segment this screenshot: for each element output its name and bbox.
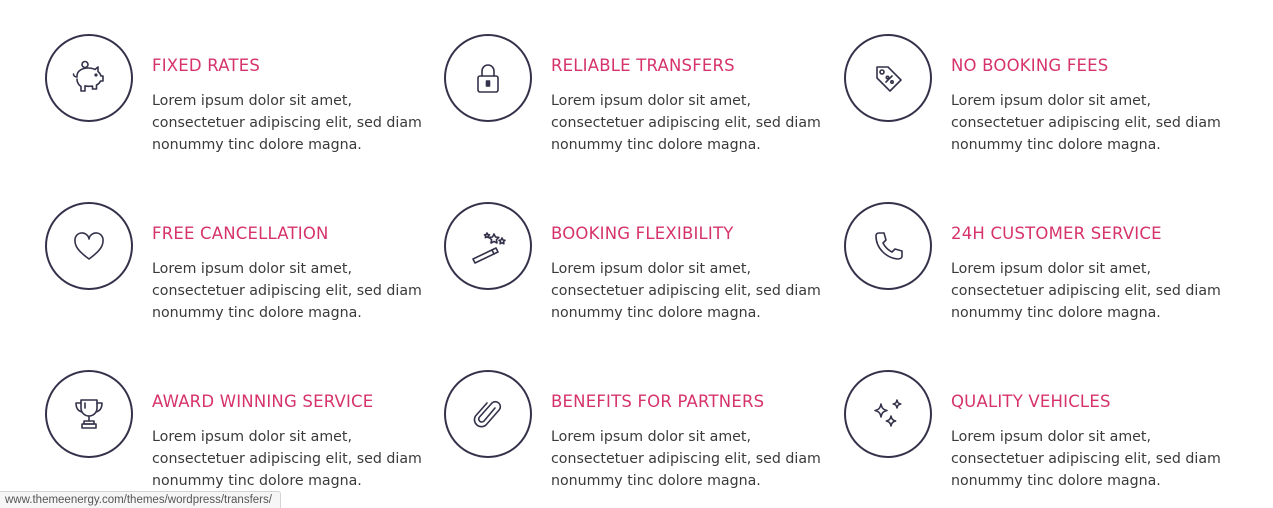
feature-description: Lorem ipsum dolor sit amet, consectetuer… bbox=[551, 429, 821, 489]
feature-title: QUALITY VEHICLES bbox=[951, 392, 1111, 411]
magic-wand-icon bbox=[444, 202, 532, 290]
phone-icon bbox=[844, 202, 932, 290]
feature-title: 24H CUSTOMER SERVICE bbox=[951, 224, 1162, 243]
piggy-bank-icon bbox=[45, 34, 133, 122]
feature-item-fixed-rates: FIXED RATES Lorem ipsum dolor sit amet, … bbox=[45, 34, 445, 194]
feature-item-award-winning-service: AWARD WINNING SERVICE Lorem ipsum dolor … bbox=[45, 370, 445, 508]
feature-description: Lorem ipsum dolor sit amet, consectetuer… bbox=[551, 261, 821, 321]
feature-item-no-booking-fees: NO BOOKING FEES Lorem ipsum dolor sit am… bbox=[844, 34, 1244, 194]
heart-icon bbox=[45, 202, 133, 290]
feature-title: FIXED RATES bbox=[152, 56, 261, 75]
feature-item-benefits-for-partners: BENEFITS FOR PARTNERS Lorem ipsum dolor … bbox=[444, 370, 844, 508]
feature-title: RELIABLE TRANSFERS bbox=[551, 56, 735, 75]
feature-title: AWARD WINNING SERVICE bbox=[152, 392, 374, 411]
feature-description: Lorem ipsum dolor sit amet, consectetuer… bbox=[551, 93, 821, 153]
feature-item-quality-vehicles: QUALITY VEHICLES Lorem ipsum dolor sit a… bbox=[844, 370, 1244, 508]
paperclip-icon bbox=[444, 370, 532, 458]
feature-item-24h-customer-service: 24H CUSTOMER SERVICE Lorem ipsum dolor s… bbox=[844, 202, 1244, 362]
trophy-icon bbox=[45, 370, 133, 458]
lock-icon bbox=[444, 34, 532, 122]
feature-description: Lorem ipsum dolor sit amet, consectetuer… bbox=[951, 93, 1221, 153]
feature-title: NO BOOKING FEES bbox=[951, 56, 1109, 75]
feature-description: Lorem ipsum dolor sit amet, consectetuer… bbox=[951, 261, 1221, 321]
price-tag-icon bbox=[844, 34, 932, 122]
feature-item-booking-flexibility: BOOKING FLEXIBILITY Lorem ipsum dolor si… bbox=[444, 202, 844, 362]
feature-description: Lorem ipsum dolor sit amet, consectetuer… bbox=[152, 93, 422, 153]
feature-description: Lorem ipsum dolor sit amet, consectetuer… bbox=[152, 261, 422, 321]
features-grid: FIXED RATES Lorem ipsum dolor sit amet, … bbox=[0, 0, 1273, 508]
feature-title: FREE CANCELLATION bbox=[152, 224, 329, 243]
feature-title: BENEFITS FOR PARTNERS bbox=[551, 392, 765, 411]
feature-description: Lorem ipsum dolor sit amet, consectetuer… bbox=[152, 429, 422, 489]
feature-title: BOOKING FLEXIBILITY bbox=[551, 224, 734, 243]
feature-description: Lorem ipsum dolor sit amet, consectetuer… bbox=[951, 429, 1221, 489]
feature-item-free-cancellation: FREE CANCELLATION Lorem ipsum dolor sit … bbox=[45, 202, 445, 362]
status-bar-url: www.themeenergy.com/themes/wordpress/tra… bbox=[0, 491, 281, 508]
sparkles-icon bbox=[844, 370, 932, 458]
feature-item-reliable-transfers: RELIABLE TRANSFERS Lorem ipsum dolor sit… bbox=[444, 34, 844, 194]
